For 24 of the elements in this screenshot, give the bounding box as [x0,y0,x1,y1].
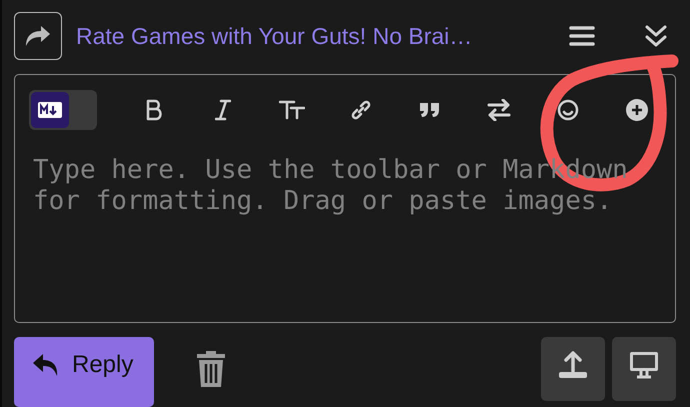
link-icon [349,100,373,120]
reply-button[interactable]: Reply [14,337,154,407]
swap-arrows-icon [487,99,511,121]
smiley-icon [557,99,579,121]
text-size-icon [279,100,305,120]
italic-icon [215,99,231,121]
plus-circle-icon [626,99,648,121]
share-button[interactable] [14,12,62,60]
double-chevron-down-icon [644,24,668,48]
markdown-toggle[interactable] [29,90,97,130]
forward-arrow-icon [25,25,51,47]
monitor-icon [629,351,659,379]
markdown-mode-knob[interactable] [31,92,69,128]
discard-button[interactable] [194,349,228,389]
topic-title: Rate Games with Your Guts! No Brai… [76,22,474,50]
upload-icon [557,351,589,379]
upload-button[interactable] [541,337,605,401]
markdown-icon [38,102,62,118]
preview-button[interactable] [612,337,676,401]
trash-icon [195,350,227,388]
reply-arrow-icon [32,353,60,377]
menu-icon [569,25,595,47]
quote-icon [419,102,441,118]
bold-icon [145,99,163,121]
